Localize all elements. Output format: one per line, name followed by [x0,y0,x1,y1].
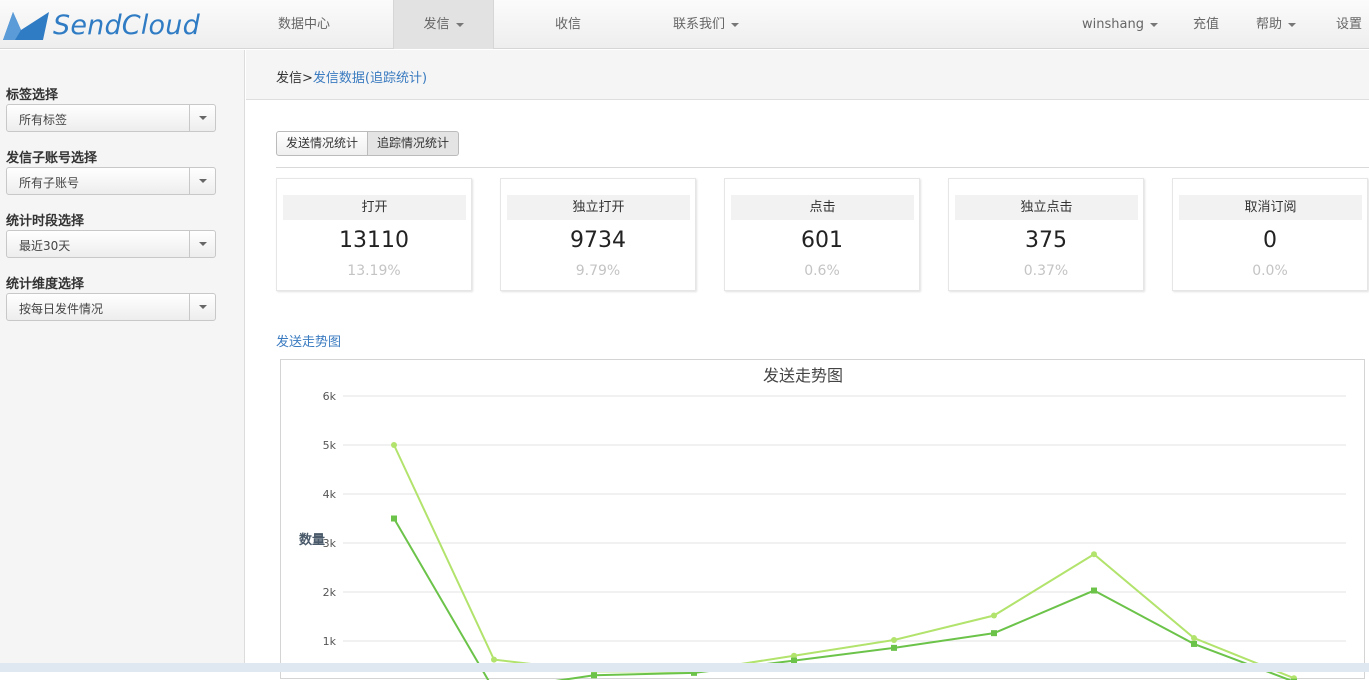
stat-card-open: 打开 13110 13.19% [276,178,472,291]
tag-select-value: 所有标签 [19,111,67,128]
period-select-value: 最近30天 [19,237,70,254]
breadcrumb-separator: > [302,71,313,86]
period-filter-label: 统计时段选择 [6,210,84,229]
data-point [991,630,997,636]
stat-label: 打开 [283,195,466,220]
stat-percent: 0.0% [1173,263,1367,279]
stat-percent: 9.79% [501,263,695,279]
nav-label: 帮助 [1256,17,1282,32]
stat-value: 0 [1173,228,1367,253]
breadcrumb-current[interactable]: 发信数据(追踪统计) [313,71,427,86]
data-point [491,657,497,663]
period-select[interactable]: 最近30天 [6,230,216,258]
brand-name: SendCloud [53,10,200,41]
data-point [1091,551,1097,557]
data-point [891,645,897,651]
tag-filter-label: 标签选择 [6,84,58,103]
stat-label: 点击 [731,195,914,220]
nav-settings[interactable]: 设置 [1326,0,1369,49]
stats-tabs: 发送情况统计 追踪情况统计 [276,131,459,156]
chevron-down-icon [199,116,207,120]
trend-section-title: 发送走势图 [276,331,341,350]
dropdown-toggle[interactable] [189,105,215,131]
tab-send-stats[interactable]: 发送情况统计 [276,131,368,156]
dimension-select[interactable]: 按每日发件情况 [6,293,216,321]
nav-label: 联系我们 [673,17,725,32]
nav-data-center[interactable]: 数据中心 [250,0,358,49]
data-point [991,613,997,619]
tag-select[interactable]: 所有标签 [6,104,216,132]
data-point [591,672,597,678]
stat-percent: 0.6% [725,263,919,279]
nav-help[interactable]: 帮助 [1248,0,1304,49]
y-tick-label: 2k [323,586,337,599]
trend-chart-svg: 发送走势图1k2k3k4k5k6k数量 [281,360,1366,680]
breadcrumb-bar: 发信>发信数据(追踪统计) [246,50,1369,100]
y-tick-label: 4k [323,488,337,501]
stat-percent: 0.37% [949,263,1143,279]
stat-card-click: 点击 601 0.6% [724,178,920,291]
stat-card-unique-click: 独立点击 375 0.37% [948,178,1144,291]
user-name: winshang [1082,17,1144,32]
y-axis-label: 数量 [299,532,325,548]
data-point [1191,641,1197,647]
y-tick-label: 6k [323,390,337,403]
stat-value: 601 [725,228,919,253]
data-point [391,516,397,522]
subaccount-select[interactable]: 所有子账号 [6,167,216,195]
nav-contact-us[interactable]: 联系我们 [650,0,762,49]
nav-send[interactable]: 发信 [393,0,494,49]
nav-receive[interactable]: 收信 [520,0,616,49]
chevron-down-icon [199,242,207,246]
data-point [891,637,897,643]
subaccount-select-value: 所有子账号 [19,174,79,191]
sendcloud-logo[interactable]: SendCloud [3,7,200,43]
stat-value: 375 [949,228,1143,253]
stat-value: 13110 [277,228,471,253]
stat-card-unsubscribe: 取消订阅 0 0.0% [1172,178,1368,291]
breadcrumb: 发信>发信数据(追踪统计) [276,67,427,86]
data-point [1091,588,1097,594]
tabs-divider [276,167,1369,168]
breadcrumb-root[interactable]: 发信 [276,71,302,86]
dimension-select-value: 按每日发件情况 [19,300,103,317]
stat-label: 取消订阅 [1179,195,1362,220]
data-point [1191,635,1197,641]
nav-label: 充值 [1193,17,1219,32]
chevron-down-icon [1150,23,1158,27]
stat-percent: 13.19% [277,263,471,279]
stat-card-unique-open: 独立打开 9734 9.79% [500,178,696,291]
series-line [394,445,1294,678]
tab-tracking-stats[interactable]: 追踪情况统计 [368,131,459,156]
nav-recharge[interactable]: 充值 [1184,0,1228,49]
y-tick-label: 5k [323,439,337,452]
chevron-down-icon [199,179,207,183]
stat-label: 独立打开 [507,195,690,220]
bottom-scrollbar-strip [0,663,1369,672]
data-point [391,442,397,448]
dropdown-toggle[interactable] [189,168,215,194]
dropdown-toggle[interactable] [189,231,215,257]
top-nav-bar: SendCloud 数据中心 发信 收信 联系我们 winshang 充值 帮助… [0,0,1369,49]
nav-user-menu[interactable]: winshang [1078,0,1162,49]
nav-label: 设置 [1336,17,1362,32]
stat-value: 9734 [501,228,695,253]
trend-chart: 发送走势图1k2k3k4k5k6k数量 [280,359,1365,679]
chevron-down-icon [1288,23,1296,27]
dimension-filter-label: 统计维度选择 [6,273,84,292]
chevron-down-icon [731,23,739,27]
chevron-down-icon [199,305,207,309]
stat-label: 独立点击 [955,195,1138,220]
nav-label: 发信 [423,17,449,32]
nav-label: 收信 [555,17,581,32]
y-tick-label: 1k [323,635,337,648]
chart-title: 发送走势图 [763,366,843,385]
nav-label: 数据中心 [278,17,330,32]
chevron-down-icon [456,23,464,27]
dropdown-toggle[interactable] [189,294,215,320]
sendcloud-logo-icon [3,10,49,40]
filter-sidebar [0,50,245,672]
subaccount-filter-label: 发信子账号选择 [6,147,97,166]
